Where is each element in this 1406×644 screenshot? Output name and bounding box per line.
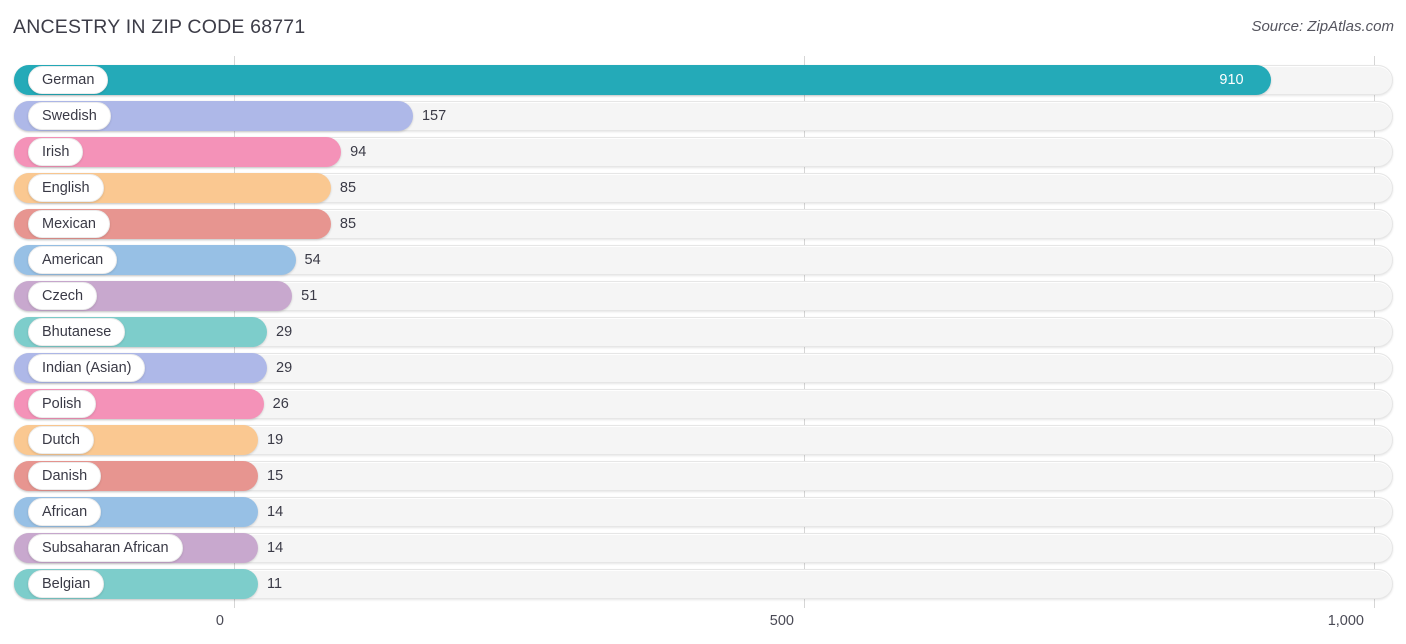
bar-row[interactable]: Dutch 19 bbox=[14, 425, 1393, 455]
bar-value-label: 29 bbox=[276, 353, 292, 383]
bar-row[interactable]: Bhutanese 29 bbox=[14, 317, 1393, 347]
bar-row[interactable]: Czech 51 bbox=[14, 281, 1393, 311]
category-label-pill: African bbox=[28, 498, 101, 526]
category-label: Czech bbox=[42, 289, 83, 304]
bar-value-label: 19 bbox=[267, 425, 283, 455]
axis-tick-label: 500 bbox=[770, 613, 804, 629]
category-label-pill: Swedish bbox=[28, 102, 111, 130]
category-label: Mexican bbox=[42, 217, 96, 232]
category-label-pill: Polish bbox=[28, 390, 96, 418]
category-label-pill: Bhutanese bbox=[28, 318, 125, 346]
bar-row[interactable]: African 14 bbox=[14, 497, 1393, 527]
bar-value-label: 26 bbox=[273, 389, 289, 419]
bar-row[interactable]: Danish 15 bbox=[14, 461, 1393, 491]
page-title: ANCESTRY IN ZIP CODE 68771 bbox=[13, 16, 305, 39]
category-label: Danish bbox=[42, 469, 87, 484]
category-label-pill: Mexican bbox=[28, 210, 110, 238]
bar-value-label: 29 bbox=[276, 317, 292, 347]
chart-plot-area: German910Swedish157Irish94English85Mexic… bbox=[0, 56, 1406, 608]
category-label-pill: English bbox=[28, 174, 104, 202]
category-label-pill: German bbox=[28, 66, 108, 94]
source-attribution: Source: ZipAtlas.com bbox=[1251, 18, 1394, 35]
category-label: Polish bbox=[42, 397, 82, 412]
category-label-pill: Dutch bbox=[28, 426, 94, 454]
category-label-pill: Indian (Asian) bbox=[28, 354, 145, 382]
bar-row[interactable]: Indian (Asian) 29 bbox=[14, 353, 1393, 383]
bar-row[interactable]: English 85 bbox=[14, 173, 1393, 203]
bar-value-label: 157 bbox=[422, 101, 446, 131]
bar-value-label: 11 bbox=[267, 569, 282, 599]
category-label: Swedish bbox=[42, 109, 97, 124]
bar-row[interactable]: Irish 94 bbox=[14, 137, 1393, 167]
category-label-pill: Belgian bbox=[28, 570, 104, 598]
category-label: Bhutanese bbox=[42, 325, 111, 340]
chart-header: ANCESTRY IN ZIP CODE 68771 Source: ZipAt… bbox=[0, 0, 1406, 56]
bar-value-label: 85 bbox=[340, 209, 356, 239]
bar-value-label: 51 bbox=[301, 281, 317, 311]
bar-rows: German910Swedish157Irish94English85Mexic… bbox=[0, 56, 1406, 608]
bar-row[interactable]: Subsaharan African 14 bbox=[14, 533, 1393, 563]
axis-tick-label: 0 bbox=[216, 613, 234, 629]
category-label-pill: Irish bbox=[28, 138, 83, 166]
category-label: Irish bbox=[42, 145, 69, 160]
category-label: Dutch bbox=[42, 433, 80, 448]
category-label-pill: Danish bbox=[28, 462, 101, 490]
category-label-pill: Subsaharan African bbox=[28, 534, 183, 562]
bar-value-label: 85 bbox=[340, 173, 356, 203]
category-label: Subsaharan African bbox=[42, 541, 169, 556]
x-axis: 0 500 1,000 bbox=[0, 608, 1406, 644]
category-label: German bbox=[42, 73, 94, 88]
bar-row[interactable]: Polish 26 bbox=[14, 389, 1393, 419]
category-label: Belgian bbox=[42, 577, 90, 592]
category-label: American bbox=[42, 253, 103, 268]
axis-tick-label: 1,000 bbox=[1328, 613, 1374, 629]
category-label: English bbox=[42, 181, 90, 196]
bar-fill[interactable] bbox=[14, 65, 1271, 95]
bar-value-label: 14 bbox=[267, 497, 283, 527]
category-label: African bbox=[42, 505, 87, 520]
category-label: Indian (Asian) bbox=[42, 361, 131, 376]
bar-row[interactable]: German 910 bbox=[14, 65, 1393, 95]
bar-value-label: 54 bbox=[305, 245, 321, 275]
bar-row[interactable]: Belgian 11 bbox=[14, 569, 1393, 599]
category-label-pill: American bbox=[28, 246, 117, 274]
bar-value-label: 94 bbox=[350, 137, 366, 167]
category-label-pill: Czech bbox=[28, 282, 97, 310]
bar-row[interactable]: Swedish 157 bbox=[14, 101, 1393, 131]
bar-value-label: 14 bbox=[267, 533, 283, 563]
bar-row[interactable]: American 54 bbox=[14, 245, 1393, 275]
bar-value-label: 910 bbox=[1219, 65, 1243, 95]
bar-row[interactable]: Mexican 85 bbox=[14, 209, 1393, 239]
bar-value-label: 15 bbox=[267, 461, 283, 491]
